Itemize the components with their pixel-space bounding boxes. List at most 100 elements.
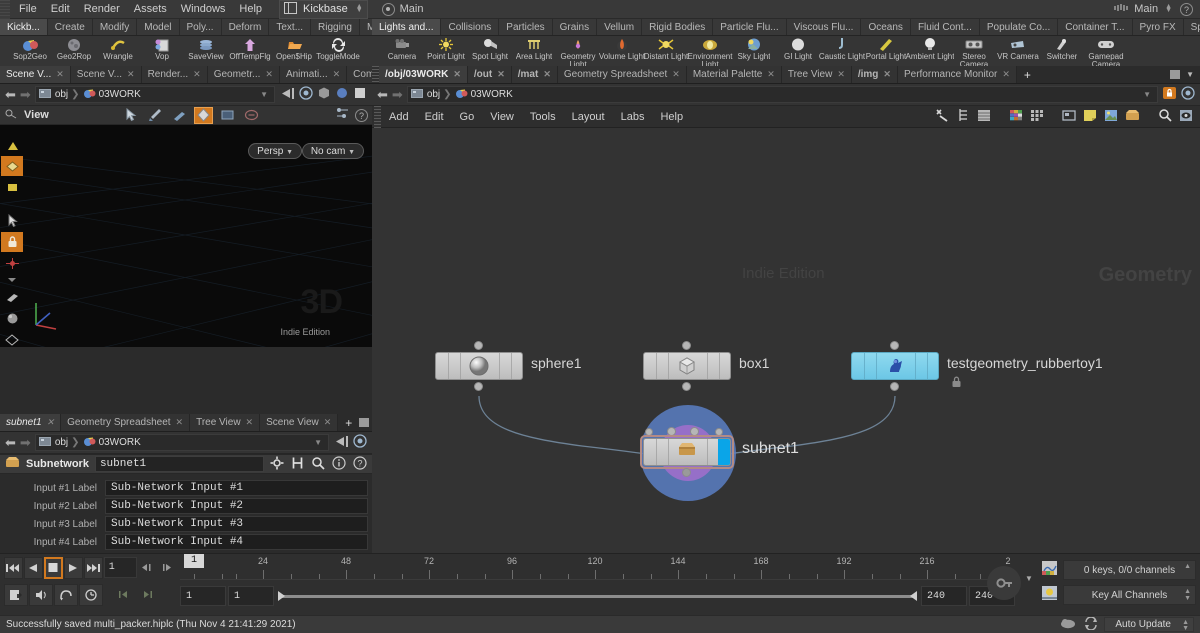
path-node-3[interactable]: 03WORK: [471, 89, 513, 100]
view-tool[interactable]: [170, 107, 189, 124]
tab-material-palette[interactable]: Material Palette ✕: [686, 66, 782, 83]
tab-geometry-spreadsheet[interactable]: Geometr... ✕: [207, 66, 280, 83]
range-start-field-2[interactable]: 1: [228, 586, 274, 606]
shelf-tool-sop2geo[interactable]: Sop2Geo: [8, 36, 52, 61]
node-output-connector[interactable]: [890, 382, 899, 391]
shelf-tab-sparse-pyro[interactable]: Sparse Pyro...: [1183, 19, 1200, 35]
tab-scene-view-1[interactable]: Scene V... ✕: [0, 66, 71, 83]
range-slider[interactable]: [278, 590, 917, 601]
back-icon[interactable]: ⬅: [5, 87, 16, 103]
shelf-tab-oceans[interactable]: Oceans: [861, 19, 911, 35]
node-body[interactable]: [851, 352, 939, 380]
playhead[interactable]: 1: [184, 554, 204, 568]
key-mode-field[interactable]: Key All Channels ▲ ▼: [1063, 584, 1196, 605]
range-slider-handle-right[interactable]: [910, 590, 917, 601]
scene-viewport[interactable]: Persp ▼ No cam ▼ 3D Indie Edition: [0, 125, 372, 347]
shelf-tab-deform[interactable]: Deform: [221, 19, 270, 35]
lock-icon[interactable]: [1, 232, 23, 252]
close-icon[interactable]: ✕: [837, 69, 845, 80]
close-icon[interactable]: ✕: [127, 69, 135, 80]
shelf-tab-model[interactable]: Model: [137, 19, 180, 35]
viewport-help-icon[interactable]: ?: [355, 108, 368, 122]
node-name-field[interactable]: subnet1: [94, 456, 264, 472]
desktop-selector[interactable]: Kickbase ▲ ▼: [279, 0, 368, 19]
param-value-input1[interactable]: Sub-Network Input #1: [105, 480, 368, 496]
stop-button[interactable]: [43, 556, 63, 579]
shelf-tab-rigging[interactable]: Rigging: [311, 19, 360, 35]
tab-obj-03work[interactable]: /obj/03WORK ✕: [379, 66, 468, 83]
menu-assets[interactable]: Assets: [127, 0, 174, 19]
range-start-field[interactable]: 1: [180, 586, 226, 606]
tab-scene-view-2[interactable]: Scene V... ✕: [70, 66, 142, 83]
tools-wrench-icon[interactable]: [935, 108, 950, 125]
menu-help[interactable]: Help: [232, 0, 269, 19]
shelf-tool-offtempflg[interactable]: OffTempFlg: [228, 36, 272, 61]
tab-performance-monitor[interactable]: Performance Monitor ✕: [897, 66, 1017, 83]
node-shape-icon[interactable]: [1030, 109, 1044, 125]
shelf-tool-ambient-light[interactable]: Ambient Light: [906, 36, 954, 61]
pin-icon[interactable]: [279, 87, 295, 103]
update-mode-selector[interactable]: Auto Update ▲ ▼: [1104, 617, 1194, 632]
back-icon-3[interactable]: ⬅: [377, 87, 388, 103]
node-input-connector[interactable]: [682, 341, 691, 350]
node-body[interactable]: [643, 352, 731, 380]
tab-geometry-spreadsheet-2[interactable]: Geometry Spreadsheet ✕: [61, 414, 191, 431]
list-tree-icon[interactable]: [957, 108, 970, 125]
forward-icon[interactable]: ➡: [20, 87, 31, 103]
menu-render[interactable]: Render: [77, 0, 127, 19]
workspace-selector-right[interactable]: Main ▲ ▼: [1113, 3, 1172, 16]
add-tab-icon-2[interactable]: +: [338, 414, 359, 431]
tab-img[interactable]: /img ✕: [851, 66, 898, 83]
shelf-tool-switcher[interactable]: Switcher: [1040, 36, 1084, 61]
shelf-tool-environment-light[interactable]: Environment Light: [688, 36, 732, 66]
node-subnet1[interactable]: subnet1: [640, 427, 799, 477]
shelf-tab-pyro-fx[interactable]: Pyro FX: [1132, 19, 1184, 35]
refresh-icon[interactable]: [1084, 615, 1098, 633]
persp-selector[interactable]: Persp ▼: [248, 143, 302, 159]
auto-key-button[interactable]: [4, 583, 28, 606]
shelf-tool-geo2rop[interactable]: Geo2Rop: [52, 36, 96, 61]
maximize-pane-icon-2[interactable]: [359, 418, 370, 427]
close-icon[interactable]: ✕: [265, 69, 273, 80]
camera-view-icon[interactable]: [1, 287, 23, 307]
timeline-ruler[interactable]: 1 24 48 72 96 120 144 168 192 216 2: [180, 554, 1015, 580]
display-flag-icon[interactable]: [1179, 109, 1193, 125]
tab-tree-view-2[interactable]: Tree View ✕: [781, 66, 852, 83]
subnet-create-icon[interactable]: [1125, 109, 1140, 125]
param-value-input4[interactable]: Sub-Network Input #4: [105, 534, 368, 550]
param-value-input2[interactable]: Sub-Network Input #2: [105, 498, 368, 514]
current-frame-field[interactable]: 1: [103, 557, 138, 578]
close-icon[interactable]: ✕: [193, 69, 201, 80]
set-key-button[interactable]: [987, 566, 1021, 600]
target-icon-2[interactable]: [353, 434, 367, 451]
network-menu-go[interactable]: Go: [452, 106, 483, 128]
parameter-help-icon[interactable]: ?: [353, 455, 367, 473]
tab-out[interactable]: /out ✕: [467, 66, 512, 83]
shelf-tab-texture[interactable]: Text...: [269, 19, 312, 35]
path-node-2[interactable]: 03WORK: [99, 437, 141, 448]
node-output-connector[interactable]: [682, 382, 691, 391]
shelf-tab-rigid-bodies[interactable]: Rigid Bodies: [642, 19, 714, 35]
path-field-2[interactable]: obj ❯ 03WORK ▼: [34, 434, 329, 451]
close-icon[interactable]: ✕: [56, 69, 64, 80]
shelf-tool-vop[interactable]: Vop: [140, 36, 184, 61]
shelf-tab-grains[interactable]: Grains: [552, 19, 598, 35]
network-search-icon[interactable]: [1158, 108, 1172, 125]
grid-snap-icon[interactable]: [1, 156, 23, 176]
key-all-channels-icon[interactable]: [1041, 585, 1058, 604]
close-icon[interactable]: ✕: [497, 69, 505, 80]
channel-list-icon[interactable]: [1041, 560, 1058, 579]
plane-display-icon[interactable]: [353, 86, 367, 103]
scale-tool[interactable]: [218, 107, 237, 124]
desktop-spinner[interactable]: ▲ ▼: [356, 3, 363, 14]
path-field[interactable]: obj ❯ 03WORK ▼: [34, 86, 275, 103]
shelf-tool-togglemode[interactable]: ToggleMode: [316, 36, 360, 61]
close-icon[interactable]: ✕: [176, 417, 184, 428]
network-menu-grip[interactable]: [374, 105, 381, 128]
info-icon[interactable]: [332, 455, 346, 473]
node-box1[interactable]: box1: [643, 341, 769, 391]
shelf-tab-vellum[interactable]: Vellum: [597, 19, 643, 35]
gear-icon[interactable]: [270, 456, 284, 473]
node-sphere1[interactable]: sphere1: [435, 341, 582, 391]
more-tools-icon[interactable]: [1, 274, 23, 286]
